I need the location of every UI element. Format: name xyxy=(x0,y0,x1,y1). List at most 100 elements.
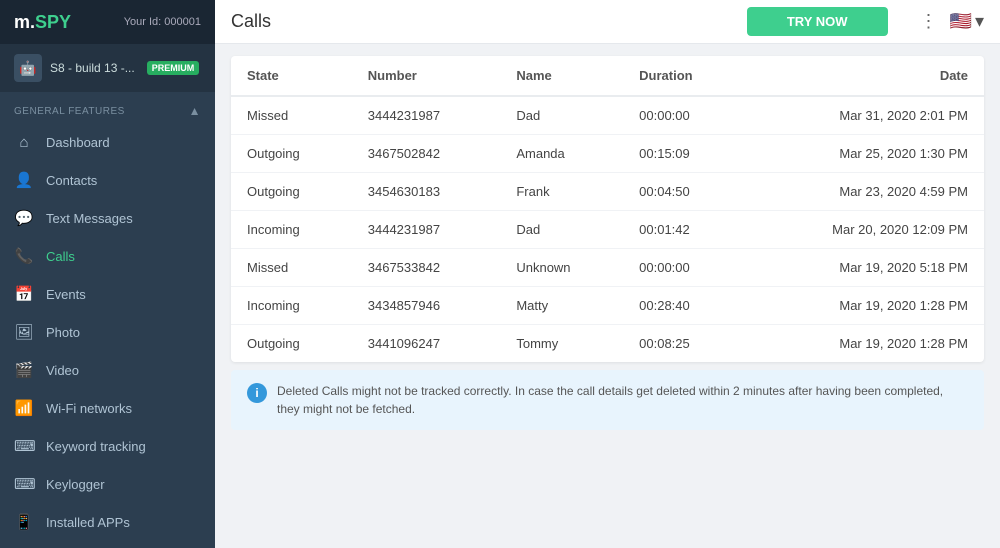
more-options-button[interactable]: ⋮ xyxy=(916,11,942,32)
table-row: Incoming3444231987Dad00:01:42Mar 20, 202… xyxy=(231,211,984,249)
cell-number: 3467502842 xyxy=(352,135,501,173)
language-chevron-icon: ▾ xyxy=(975,11,984,32)
cell-date: Mar 31, 2020 2:01 PM xyxy=(745,96,984,135)
table-row: Missed3444231987Dad00:00:00Mar 31, 2020 … xyxy=(231,96,984,135)
cell-name: Frank xyxy=(500,173,623,211)
sidebar-label-contacts: Contacts xyxy=(46,173,97,188)
cell-name: Unknown xyxy=(500,249,623,287)
sidebar-label-installed-apps: Installed APPs xyxy=(46,515,130,530)
cell-date: Mar 19, 2020 1:28 PM xyxy=(745,325,984,363)
cell-state: Outgoing xyxy=(231,135,352,173)
video-icon: 🎬 xyxy=(14,361,34,379)
wifi-icon: 📶 xyxy=(14,399,34,417)
sidebar-item-contacts[interactable]: 👤 Contacts xyxy=(0,161,215,199)
cell-name: Amanda xyxy=(500,135,623,173)
cell-number: 3454630183 xyxy=(352,173,501,211)
table-body: Missed3444231987Dad00:00:00Mar 31, 2020 … xyxy=(231,96,984,362)
calls-card: StateNumberNameDurationDate Missed344423… xyxy=(231,56,984,362)
table-row: Incoming3434857946Matty00:28:40Mar 19, 2… xyxy=(231,287,984,325)
logo-m: m. xyxy=(14,12,35,32)
cell-number: 3434857946 xyxy=(352,287,501,325)
cell-name: Tommy xyxy=(500,325,623,363)
cell-state: Incoming xyxy=(231,211,352,249)
text-messages-icon: 💬 xyxy=(14,209,34,227)
sidebar-label-keyword-tracking: Keyword tracking xyxy=(46,439,146,454)
sidebar-label-text-messages: Text Messages xyxy=(46,211,133,226)
col-header-name: Name xyxy=(500,56,623,96)
cell-number: 3444231987 xyxy=(352,211,501,249)
col-header-number: Number xyxy=(352,56,501,96)
cell-date: Mar 19, 2020 5:18 PM xyxy=(745,249,984,287)
premium-badge: PREMIUM xyxy=(147,61,200,75)
user-id-label: Your Id: 000001 xyxy=(124,16,201,28)
col-header-date: Date xyxy=(745,56,984,96)
info-text: Deleted Calls might not be tracked corre… xyxy=(277,382,968,418)
sidebar: m.SPY Your Id: 000001 🤖 S8 - build 13 -.… xyxy=(0,0,215,548)
cell-duration: 00:28:40 xyxy=(623,287,745,325)
photo-icon: 🖼 xyxy=(14,323,34,341)
sidebar-label-video: Video xyxy=(46,363,79,378)
sidebar-label-wifi: Wi-Fi networks xyxy=(46,401,132,416)
dashboard-icon: ⌂ xyxy=(14,134,34,151)
section-chevron-icon: ▲ xyxy=(189,104,201,118)
sidebar-item-photo[interactable]: 🖼 Photo xyxy=(0,313,215,351)
sidebar-item-events[interactable]: 📅 Events xyxy=(0,275,215,313)
sidebar-item-keylogger[interactable]: ⌨ Keylogger xyxy=(0,465,215,503)
installed-apps-icon: 📱 xyxy=(14,513,34,531)
language-selector-button[interactable]: 🇺🇸 ▾ xyxy=(950,11,984,32)
cell-duration: 00:08:25 xyxy=(623,325,745,363)
table-row: Outgoing3441096247Tommy00:08:25Mar 19, 2… xyxy=(231,325,984,363)
sidebar-item-video[interactable]: 🎬 Video xyxy=(0,351,215,389)
sidebar-item-keyword-tracking[interactable]: ⌨ Keyword tracking xyxy=(0,427,215,465)
page-title: Calls xyxy=(231,11,271,32)
sidebar-label-events: Events xyxy=(46,287,86,302)
calls-table: StateNumberNameDurationDate Missed344423… xyxy=(231,56,984,362)
cell-duration: 00:00:00 xyxy=(623,96,745,135)
main-content: Calls TRY NOW ⋮ 🇺🇸 ▾ StateNumberNameDura… xyxy=(215,0,1000,548)
nav-items: ⌂ Dashboard 👤 Contacts 💬 Text Messages 📞… xyxy=(0,124,215,541)
top-actions: ⋮ 🇺🇸 ▾ xyxy=(916,11,984,32)
cell-duration: 00:00:00 xyxy=(623,249,745,287)
logo-bar: m.SPY Your Id: 000001 xyxy=(0,0,215,44)
sidebar-item-text-messages[interactable]: 💬 Text Messages xyxy=(0,199,215,237)
cell-number: 3444231987 xyxy=(352,96,501,135)
contacts-icon: 👤 xyxy=(14,171,34,189)
cell-number: 3467533842 xyxy=(352,249,501,287)
info-icon: i xyxy=(247,383,267,403)
sidebar-item-wifi[interactable]: 📶 Wi-Fi networks xyxy=(0,389,215,427)
cell-name: Matty xyxy=(500,287,623,325)
sidebar-item-dashboard[interactable]: ⌂ Dashboard xyxy=(0,124,215,161)
sidebar-label-dashboard: Dashboard xyxy=(46,135,110,150)
table-row: Missed3467533842Unknown00:00:00Mar 19, 2… xyxy=(231,249,984,287)
cell-state: Missed xyxy=(231,249,352,287)
cell-state: Missed xyxy=(231,96,352,135)
cell-state: Incoming xyxy=(231,287,352,325)
events-icon: 📅 xyxy=(14,285,34,303)
cell-duration: 00:15:09 xyxy=(623,135,745,173)
cell-date: Mar 25, 2020 1:30 PM xyxy=(745,135,984,173)
cell-duration: 00:01:42 xyxy=(623,211,745,249)
cell-duration: 00:04:50 xyxy=(623,173,745,211)
device-bar: 🤖 S8 - build 13 -... PREMIUM xyxy=(0,44,215,92)
logo: m.SPY xyxy=(14,12,71,33)
nav-section-label: GENERAL FEATURES ▲ xyxy=(0,92,215,124)
col-header-state: State xyxy=(231,56,352,96)
logo-spy: SPY xyxy=(35,12,71,32)
sidebar-item-installed-apps[interactable]: 📱 Installed APPs xyxy=(0,503,215,541)
table-header: StateNumberNameDurationDate xyxy=(231,56,984,96)
table-row: Outgoing3454630183Frank00:04:50Mar 23, 2… xyxy=(231,173,984,211)
cell-date: Mar 19, 2020 1:28 PM xyxy=(745,287,984,325)
device-icon: 🤖 xyxy=(14,54,42,82)
sidebar-label-calls: Calls xyxy=(46,249,75,264)
col-header-duration: Duration xyxy=(623,56,745,96)
cell-state: Outgoing xyxy=(231,173,352,211)
try-now-button[interactable]: TRY NOW xyxy=(747,7,888,36)
sidebar-label-keylogger: Keylogger xyxy=(46,477,105,492)
content-area: StateNumberNameDurationDate Missed344423… xyxy=(215,44,1000,548)
cell-name: Dad xyxy=(500,96,623,135)
info-box: i Deleted Calls might not be tracked cor… xyxy=(231,370,984,430)
keyword-tracking-icon: ⌨ xyxy=(14,437,34,455)
calls-icon: 📞 xyxy=(14,247,34,265)
sidebar-item-calls[interactable]: 📞 Calls xyxy=(0,237,215,275)
cell-date: Mar 20, 2020 12:09 PM xyxy=(745,211,984,249)
